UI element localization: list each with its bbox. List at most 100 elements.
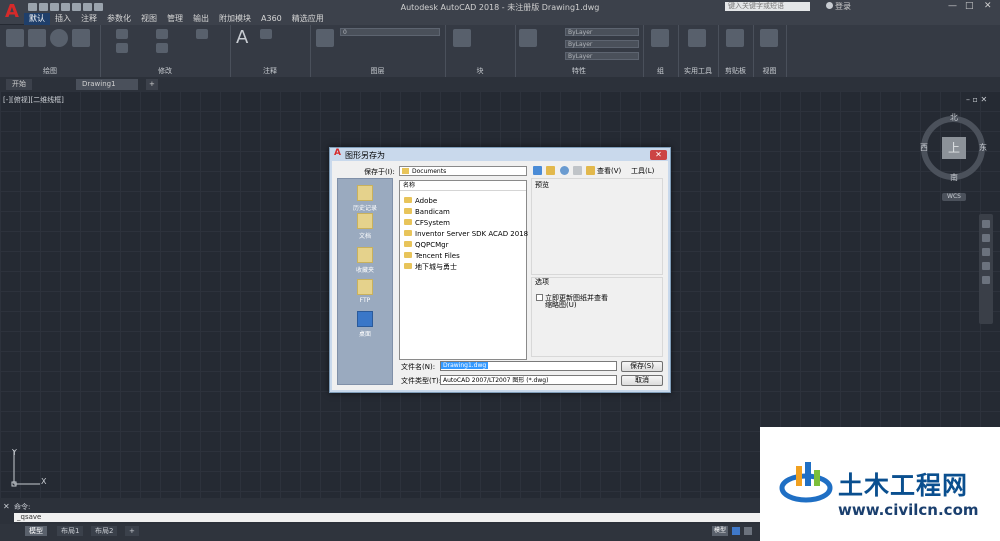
polyline-icon[interactable] (28, 29, 46, 47)
layer-properties-icon[interactable] (316, 29, 334, 47)
move-icon[interactable] (116, 29, 128, 39)
zoom-icon[interactable] (982, 248, 990, 256)
group-icon[interactable] (651, 29, 669, 47)
copy-icon[interactable] (116, 43, 128, 53)
compass-west[interactable]: 西 (920, 142, 928, 153)
circle-icon[interactable] (50, 29, 68, 47)
layout-tab-2[interactable]: 布局2 (91, 526, 118, 536)
login-link[interactable]: 登录 (835, 1, 851, 12)
viewcube-top-face[interactable]: 上 (942, 137, 966, 159)
match-properties-icon[interactable] (519, 29, 537, 47)
list-item[interactable]: Bandicam (400, 207, 526, 218)
file-list[interactable]: 名称 Adobe Bandicam CFSystem Inventor Serv… (399, 180, 528, 360)
open-icon[interactable] (39, 3, 48, 11)
compass-north[interactable]: 北 (950, 112, 958, 123)
add-layout-button[interactable]: + (125, 526, 139, 536)
tab-manage[interactable]: 管理 (162, 13, 188, 25)
place-ftp[interactable]: FTP (338, 279, 392, 304)
viewport-controls[interactable]: [-][俯视][二维线框] (3, 95, 64, 105)
measure-icon[interactable] (688, 29, 706, 47)
showmotion-icon[interactable] (982, 276, 990, 284)
saveas-icon[interactable] (61, 3, 70, 11)
search-web-icon[interactable] (560, 166, 569, 175)
list-item[interactable]: Adobe (400, 196, 526, 207)
color-dropdown[interactable]: ByLayer (565, 28, 639, 36)
rotate-icon[interactable] (156, 29, 168, 39)
delete-icon[interactable] (573, 166, 582, 175)
save-in-dropdown[interactable]: Documents (399, 166, 527, 176)
back-icon[interactable] (533, 166, 542, 175)
tab-insert[interactable]: 插入 (50, 13, 76, 25)
text-icon[interactable]: A (236, 27, 248, 48)
list-item[interactable]: QQPCMgr (400, 240, 526, 251)
maximize-button[interactable]: □ (965, 1, 974, 11)
tab-parametric[interactable]: 参数化 (102, 13, 136, 25)
tab-start[interactable]: 开始 (6, 79, 32, 90)
trim-icon[interactable] (196, 29, 208, 39)
new-tab-button[interactable]: + (146, 79, 158, 90)
new-icon[interactable] (28, 3, 37, 11)
minimize-button[interactable]: — (948, 1, 957, 11)
dimension-icon[interactable] (260, 29, 272, 39)
snap-icon[interactable] (744, 527, 752, 535)
compass-east[interactable]: 东 (979, 142, 987, 153)
close-command-icon[interactable]: ✕ (3, 502, 10, 511)
viewport-window-controls[interactable]: – ▫ ✕ (966, 95, 987, 104)
folder-icon (404, 230, 412, 236)
tab-drawing1[interactable]: Drawing1 (76, 79, 138, 90)
save-in-label: 保存于(I): (364, 168, 395, 176)
search-input[interactable]: 键入关键字或短语 (725, 2, 810, 11)
filename-input[interactable]: Drawing1.dwg (440, 361, 617, 371)
tab-view[interactable]: 视图 (136, 13, 162, 25)
filetype-dropdown[interactable]: AutoCAD 2007/LT2007 图形 (*.dwg) (440, 375, 617, 385)
tools-menu[interactable]: 工具(L) (631, 166, 654, 176)
lineweight-dropdown[interactable]: ByLayer (565, 52, 639, 60)
base-view-icon[interactable] (760, 29, 778, 47)
arc-icon[interactable] (72, 29, 90, 47)
orbit-icon[interactable] (982, 262, 990, 270)
plot-icon[interactable] (72, 3, 81, 11)
layout-tab-1[interactable]: 布局1 (57, 526, 84, 536)
wcs-menu[interactable]: WCS (942, 193, 966, 201)
place-favorites[interactable]: 收藏夹 (338, 247, 392, 274)
insert-block-icon[interactable] (453, 29, 471, 47)
list-item[interactable]: Inventor Server SDK ACAD 2018 (400, 229, 528, 240)
up-folder-icon[interactable] (546, 166, 555, 175)
list-item[interactable]: 地下城与勇士 (400, 262, 526, 273)
steering-wheel-icon[interactable] (982, 220, 990, 228)
user-icon (826, 2, 833, 9)
dialog-close-button[interactable]: ✕ (650, 150, 667, 160)
tab-output[interactable]: 输出 (188, 13, 214, 25)
line-icon[interactable] (6, 29, 24, 47)
views-menu[interactable]: 查看(V) (597, 166, 621, 176)
list-item[interactable]: CFSystem (400, 218, 526, 229)
autocad-app-icon[interactable]: A (0, 0, 24, 24)
tab-a360[interactable]: A360 (256, 13, 287, 25)
close-button[interactable]: ✕ (984, 1, 992, 11)
undo-icon[interactable] (83, 3, 92, 11)
model-space-toggle[interactable]: 模型 (712, 526, 728, 536)
tab-default[interactable]: 默认 (24, 13, 50, 25)
layout-tab-model[interactable]: 模型 (25, 526, 47, 536)
paste-icon[interactable] (726, 29, 744, 47)
place-documents[interactable]: 文档 (338, 213, 392, 240)
cancel-button[interactable]: 取消 (621, 375, 663, 386)
mirror-icon[interactable] (156, 43, 168, 53)
place-desktop[interactable]: 桌面 (338, 311, 392, 338)
tab-featured[interactable]: 精选应用 (287, 13, 329, 25)
new-folder-icon[interactable] (586, 166, 595, 175)
list-item[interactable]: Tencent Files (400, 251, 526, 262)
layer-dropdown[interactable]: 0 (340, 28, 440, 36)
grid-icon[interactable] (732, 527, 740, 535)
tab-annotate[interactable]: 注释 (76, 13, 102, 25)
compass-south[interactable]: 南 (950, 172, 958, 183)
tab-addins[interactable]: 附加模块 (214, 13, 256, 25)
pan-icon[interactable] (982, 234, 990, 242)
place-history[interactable]: 历史记录 (338, 185, 392, 212)
name-column-header[interactable]: 名称 (400, 181, 526, 191)
save-button[interactable]: 保存(S) (621, 361, 663, 372)
update-thumbnail-checkbox[interactable] (536, 294, 543, 301)
linetype-dropdown[interactable]: ByLayer (565, 40, 639, 48)
save-icon[interactable] (50, 3, 59, 11)
redo-icon[interactable] (94, 3, 103, 11)
